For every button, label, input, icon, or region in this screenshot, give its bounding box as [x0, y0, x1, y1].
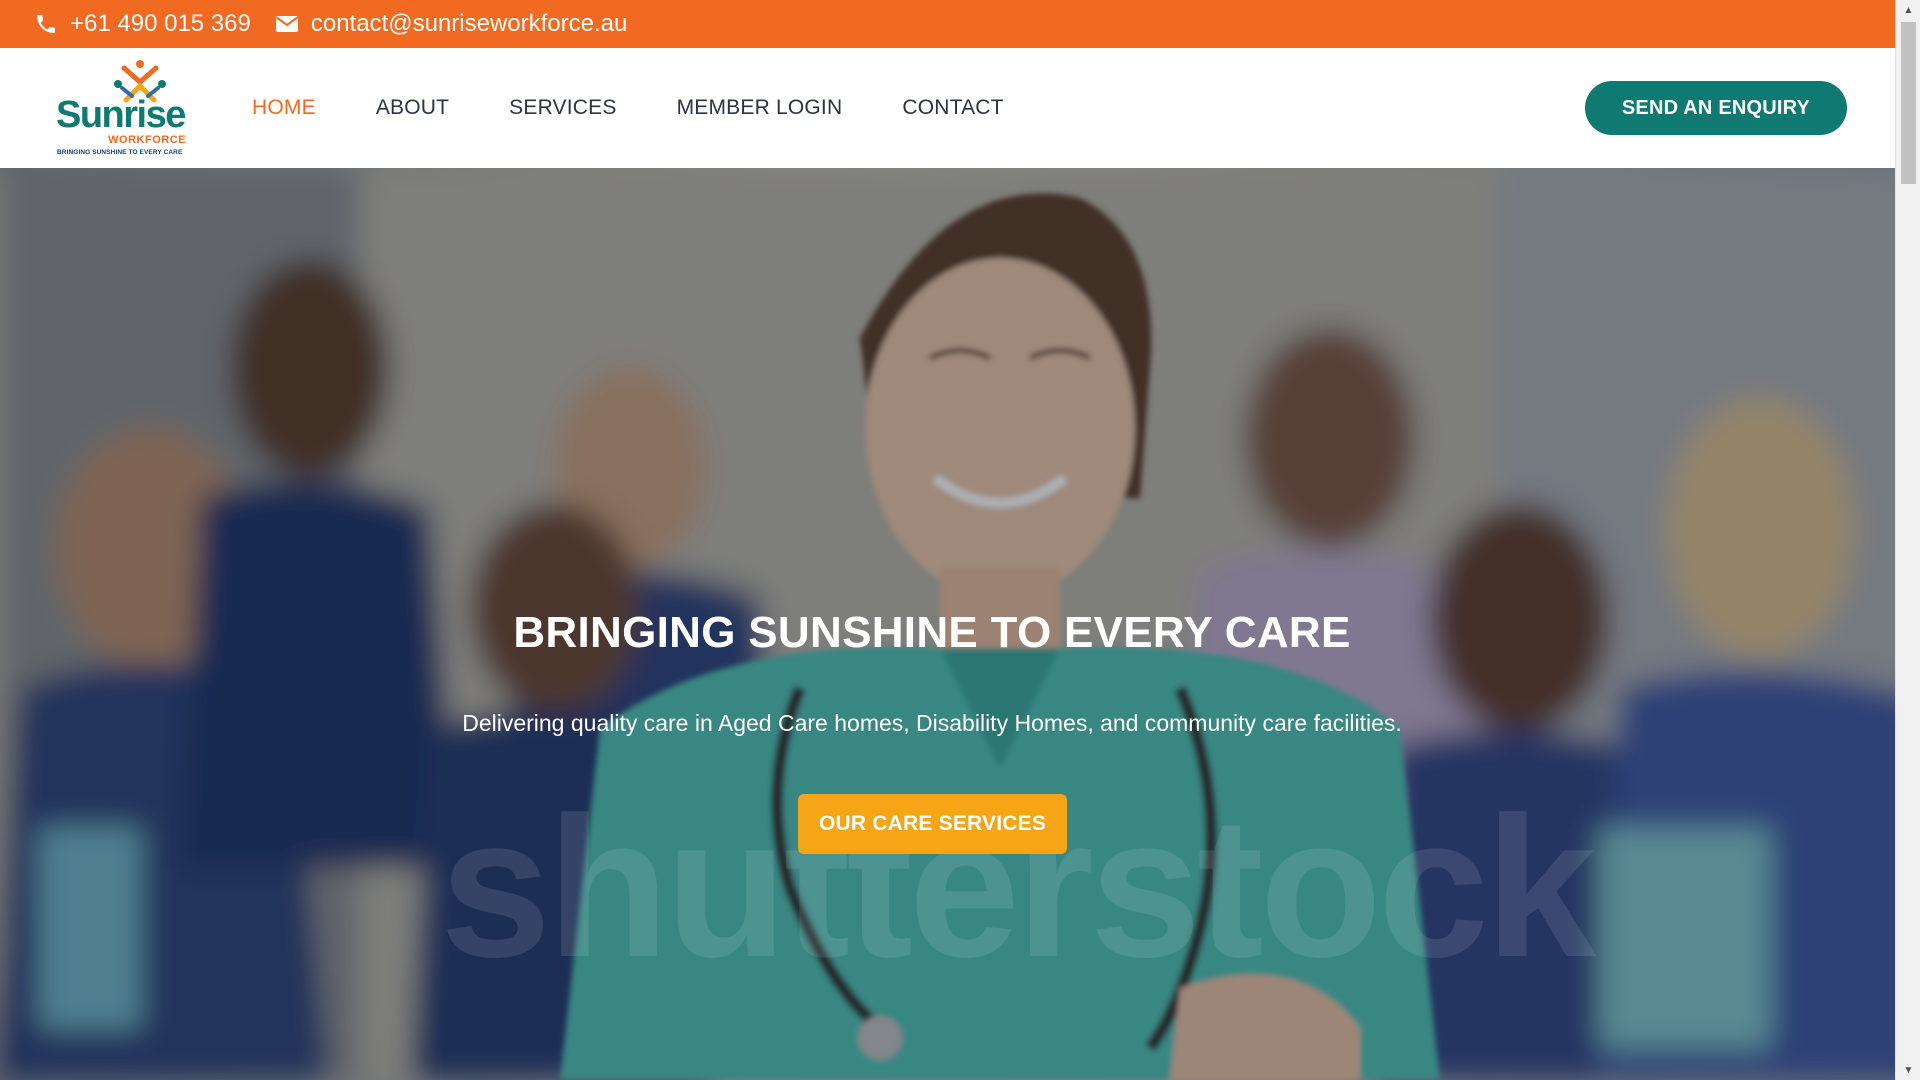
email-contact[interactable]: contact@sunriseworkforce.au	[275, 10, 628, 38]
hero-subtitle: Delivering quality care in Aged Care hom…	[462, 710, 1402, 736]
phone-icon	[37, 15, 55, 33]
nav-item-home[interactable]: HOME	[252, 96, 316, 120]
scroll-up-arrow-icon[interactable]: ▲	[1896, 0, 1920, 20]
phone-number[interactable]: +61 490 015 369	[70, 10, 251, 38]
main-nav: HOME ABOUT SERVICES MEMBER LOGIN CONTACT	[252, 48, 1064, 168]
envelope-icon	[275, 16, 298, 32]
page-viewport: +61 490 015 369 contact@sunriseworkforce…	[0, 0, 1895, 1080]
logo-tagline: BRINGING SUNSHINE TO EVERY CARE	[57, 149, 183, 156]
send-enquiry-button[interactable]: SEND AN ENQUIRY	[1585, 81, 1847, 135]
site-logo[interactable]: Sunrise WORKFORCE BRINGING SUNSHINE TO E…	[54, 56, 192, 160]
scrollbar-thumb[interactable]	[1901, 22, 1916, 184]
nav-item-about[interactable]: ABOUT	[376, 96, 449, 120]
hero-title: BRINGING SUNSHINE TO EVERY CARE	[513, 608, 1351, 657]
site-header: Sunrise WORKFORCE BRINGING SUNSHINE TO E…	[0, 48, 1895, 168]
phone-contact[interactable]: +61 490 015 369	[34, 10, 251, 38]
logo-subtitle: WORKFORCE	[108, 134, 186, 146]
scroll-down-arrow-icon[interactable]: ▼	[1896, 1060, 1920, 1080]
our-care-services-button[interactable]: OUR CARE SERVICES	[798, 794, 1067, 854]
hero-section: shutterstock BRINGING SUNSHINE TO EVERY …	[0, 168, 1895, 1080]
nav-item-contact[interactable]: CONTACT	[902, 96, 1003, 120]
logo-wordmark: Sunrise	[56, 94, 186, 136]
email-address[interactable]: contact@sunriseworkforce.au	[311, 10, 628, 38]
page-scrollbar[interactable]: ▲ ▼	[1895, 0, 1920, 1080]
nav-item-member-login[interactable]: MEMBER LOGIN	[677, 96, 843, 120]
nav-item-services[interactable]: SERVICES	[509, 96, 616, 120]
top-contact-bar: +61 490 015 369 contact@sunriseworkforce…	[0, 0, 1895, 48]
